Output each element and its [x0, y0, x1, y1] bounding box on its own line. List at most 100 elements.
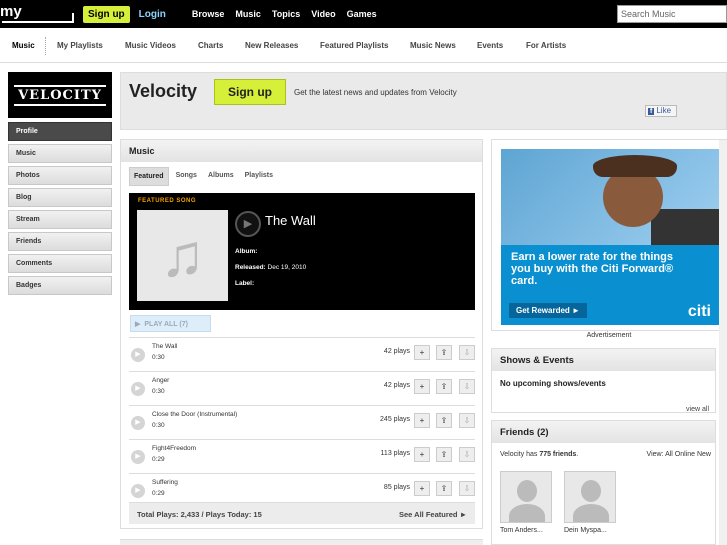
top-bar: my Sign up Login Browse Music Topics Vid… [0, 0, 727, 28]
download-icon[interactable]: ⇩ [459, 345, 475, 360]
facebook-like-button[interactable]: f Like [645, 105, 677, 117]
shows-view-all-link[interactable]: view all [686, 406, 709, 413]
tab-songs[interactable]: Songs [172, 167, 201, 186]
avatar-head [581, 480, 601, 502]
subnav-music[interactable]: Music [12, 41, 35, 50]
share-icon[interactable]: ⇪ [436, 447, 452, 462]
add-icon[interactable]: + [414, 481, 430, 496]
featured-song-panel: FEATURED SONG ♫ ▶ The Wall Album: Releas… [129, 193, 475, 310]
profile-nav-blog[interactable]: Blog [8, 188, 112, 207]
share-icon[interactable]: ⇪ [436, 481, 452, 496]
download-icon[interactable]: ⇩ [459, 413, 475, 428]
top-nav-browse[interactable]: Browse [192, 9, 225, 19]
friends-view-filters[interactable]: View: All Online New [647, 451, 711, 458]
friends-count: Velocity has 775 friends. [500, 451, 578, 458]
track-play-icon[interactable]: ▶ [131, 450, 145, 464]
top-nav-games[interactable]: Games [347, 9, 377, 19]
artist-name: Velocity [129, 81, 198, 101]
subnav-divider [45, 37, 46, 55]
play-all-button[interactable]: ▶ PLAY ALL (7) [130, 315, 211, 332]
music-subnav: Music My Playlists Music Videos Charts N… [0, 28, 727, 63]
share-icon[interactable]: ⇪ [436, 413, 452, 428]
ad-get-rewarded-button[interactable]: Get Rewarded ► [509, 303, 587, 318]
top-nav-video[interactable]: Video [311, 9, 335, 19]
avatar[interactable] [500, 471, 552, 523]
friend-card[interactable]: Dein Myspa... [564, 471, 616, 534]
artist-logo-text: VELOCITY [14, 84, 106, 106]
see-all-featured-link[interactable]: See All Featured ► [399, 510, 467, 519]
profile-nav-stream[interactable]: Stream [8, 210, 112, 229]
site-logo[interactable]: my [0, 0, 78, 28]
share-icon[interactable]: ⇪ [436, 345, 452, 360]
featured-song-title: The Wall [265, 213, 316, 228]
shows-message: No upcoming shows/events [500, 379, 606, 388]
track-play-icon[interactable]: ▶ [131, 382, 145, 396]
tab-albums[interactable]: Albums [204, 167, 238, 186]
shows-heading: Shows & Events [492, 349, 715, 371]
track-name[interactable]: Suffering [152, 479, 178, 486]
track-duration: 0:29 [152, 456, 165, 463]
ad-car-shape [651, 209, 719, 245]
music-footer: Total Plays: 2,433 / Plays Today: 15 See… [129, 502, 475, 524]
profile-nav-badges[interactable]: Badges [8, 276, 112, 295]
track-row: ▶ The Wall 0:30 42 plays + ⇪ ⇩ [129, 337, 475, 371]
track-duration: 0:30 [152, 422, 165, 429]
friend-card[interactable]: Tom Anders... [500, 471, 552, 534]
track-play-icon[interactable]: ▶ [131, 484, 145, 498]
avatar-head [517, 480, 537, 502]
track-play-icon[interactable]: ▶ [131, 416, 145, 430]
search-input[interactable]: Search Music [617, 5, 727, 23]
ad-headline: Earn a lower rate for the things you buy… [511, 251, 674, 287]
subnav-featured-playlists[interactable]: Featured Playlists [320, 41, 388, 50]
subnav-music-news[interactable]: Music News [410, 41, 456, 50]
subnav-my-playlists[interactable]: My Playlists [57, 41, 103, 50]
profile-nav-music[interactable]: Music [8, 144, 112, 163]
add-icon[interactable]: + [414, 345, 430, 360]
add-icon[interactable]: + [414, 379, 430, 394]
track-name[interactable]: Fight4Freedom [152, 445, 196, 452]
track-name[interactable]: Anger [152, 377, 169, 384]
featured-song-label: FEATURED SONG [138, 198, 197, 204]
scrollbar[interactable] [719, 140, 727, 545]
add-icon[interactable]: + [414, 447, 430, 462]
avatar-body [573, 504, 609, 522]
tab-playlists[interactable]: Playlists [241, 167, 277, 186]
music-heading: Music [121, 140, 482, 162]
profile-nav-photos[interactable]: Photos [8, 166, 112, 185]
subnav-for-artists[interactable]: For Artists [526, 41, 566, 50]
subnav-music-videos[interactable]: Music Videos [125, 41, 176, 50]
advertisement[interactable]: Earn a lower rate for the things you buy… [491, 139, 727, 331]
subnav-new-releases[interactable]: New Releases [245, 41, 298, 50]
subnav-events[interactable]: Events [477, 41, 503, 50]
top-nav-music[interactable]: Music [235, 9, 261, 19]
profile-nav-friends[interactable]: Friends [8, 232, 112, 251]
login-link[interactable]: Login [139, 9, 166, 20]
track-name[interactable]: Close the Door (Instrumental) [152, 411, 237, 418]
download-icon[interactable]: ⇩ [459, 447, 475, 462]
track-duration: 0:30 [152, 354, 165, 361]
download-icon[interactable]: ⇩ [459, 379, 475, 394]
artist-signup-button[interactable]: Sign up [214, 79, 286, 105]
profile-nav-profile[interactable]: Profile [8, 122, 112, 141]
profile-nav-comments[interactable]: Comments [8, 254, 112, 273]
add-icon[interactable]: + [414, 413, 430, 428]
profile-sidebar: VELOCITY Profile Music Photos Blog Strea… [8, 72, 112, 298]
track-play-icon[interactable]: ▶ [131, 348, 145, 362]
share-icon[interactable]: ⇪ [436, 379, 452, 394]
friend-name[interactable]: Dein Myspa... [564, 527, 616, 534]
top-nav-topics[interactable]: Topics [272, 9, 300, 19]
artist-tagline: Get the latest news and updates from Vel… [294, 88, 457, 97]
total-plays: Total Plays: 2,433 / Plays Today: 15 [137, 510, 262, 519]
avatar[interactable] [564, 471, 616, 523]
download-icon[interactable]: ⇩ [459, 481, 475, 496]
featured-play-button[interactable]: ▶ [235, 211, 261, 237]
play-all-icon: ▶ [135, 321, 141, 328]
header-signup-button[interactable]: Sign up [83, 5, 130, 23]
profile-nav: Profile Music Photos Blog Stream Friends… [8, 122, 112, 295]
track-plays: 42 plays [383, 382, 410, 389]
ad-child-hat [593, 155, 677, 177]
track-name[interactable]: The Wall [152, 343, 177, 350]
tab-featured[interactable]: Featured [129, 167, 169, 186]
subnav-charts[interactable]: Charts [198, 41, 223, 50]
friend-name[interactable]: Tom Anders... [500, 527, 552, 534]
